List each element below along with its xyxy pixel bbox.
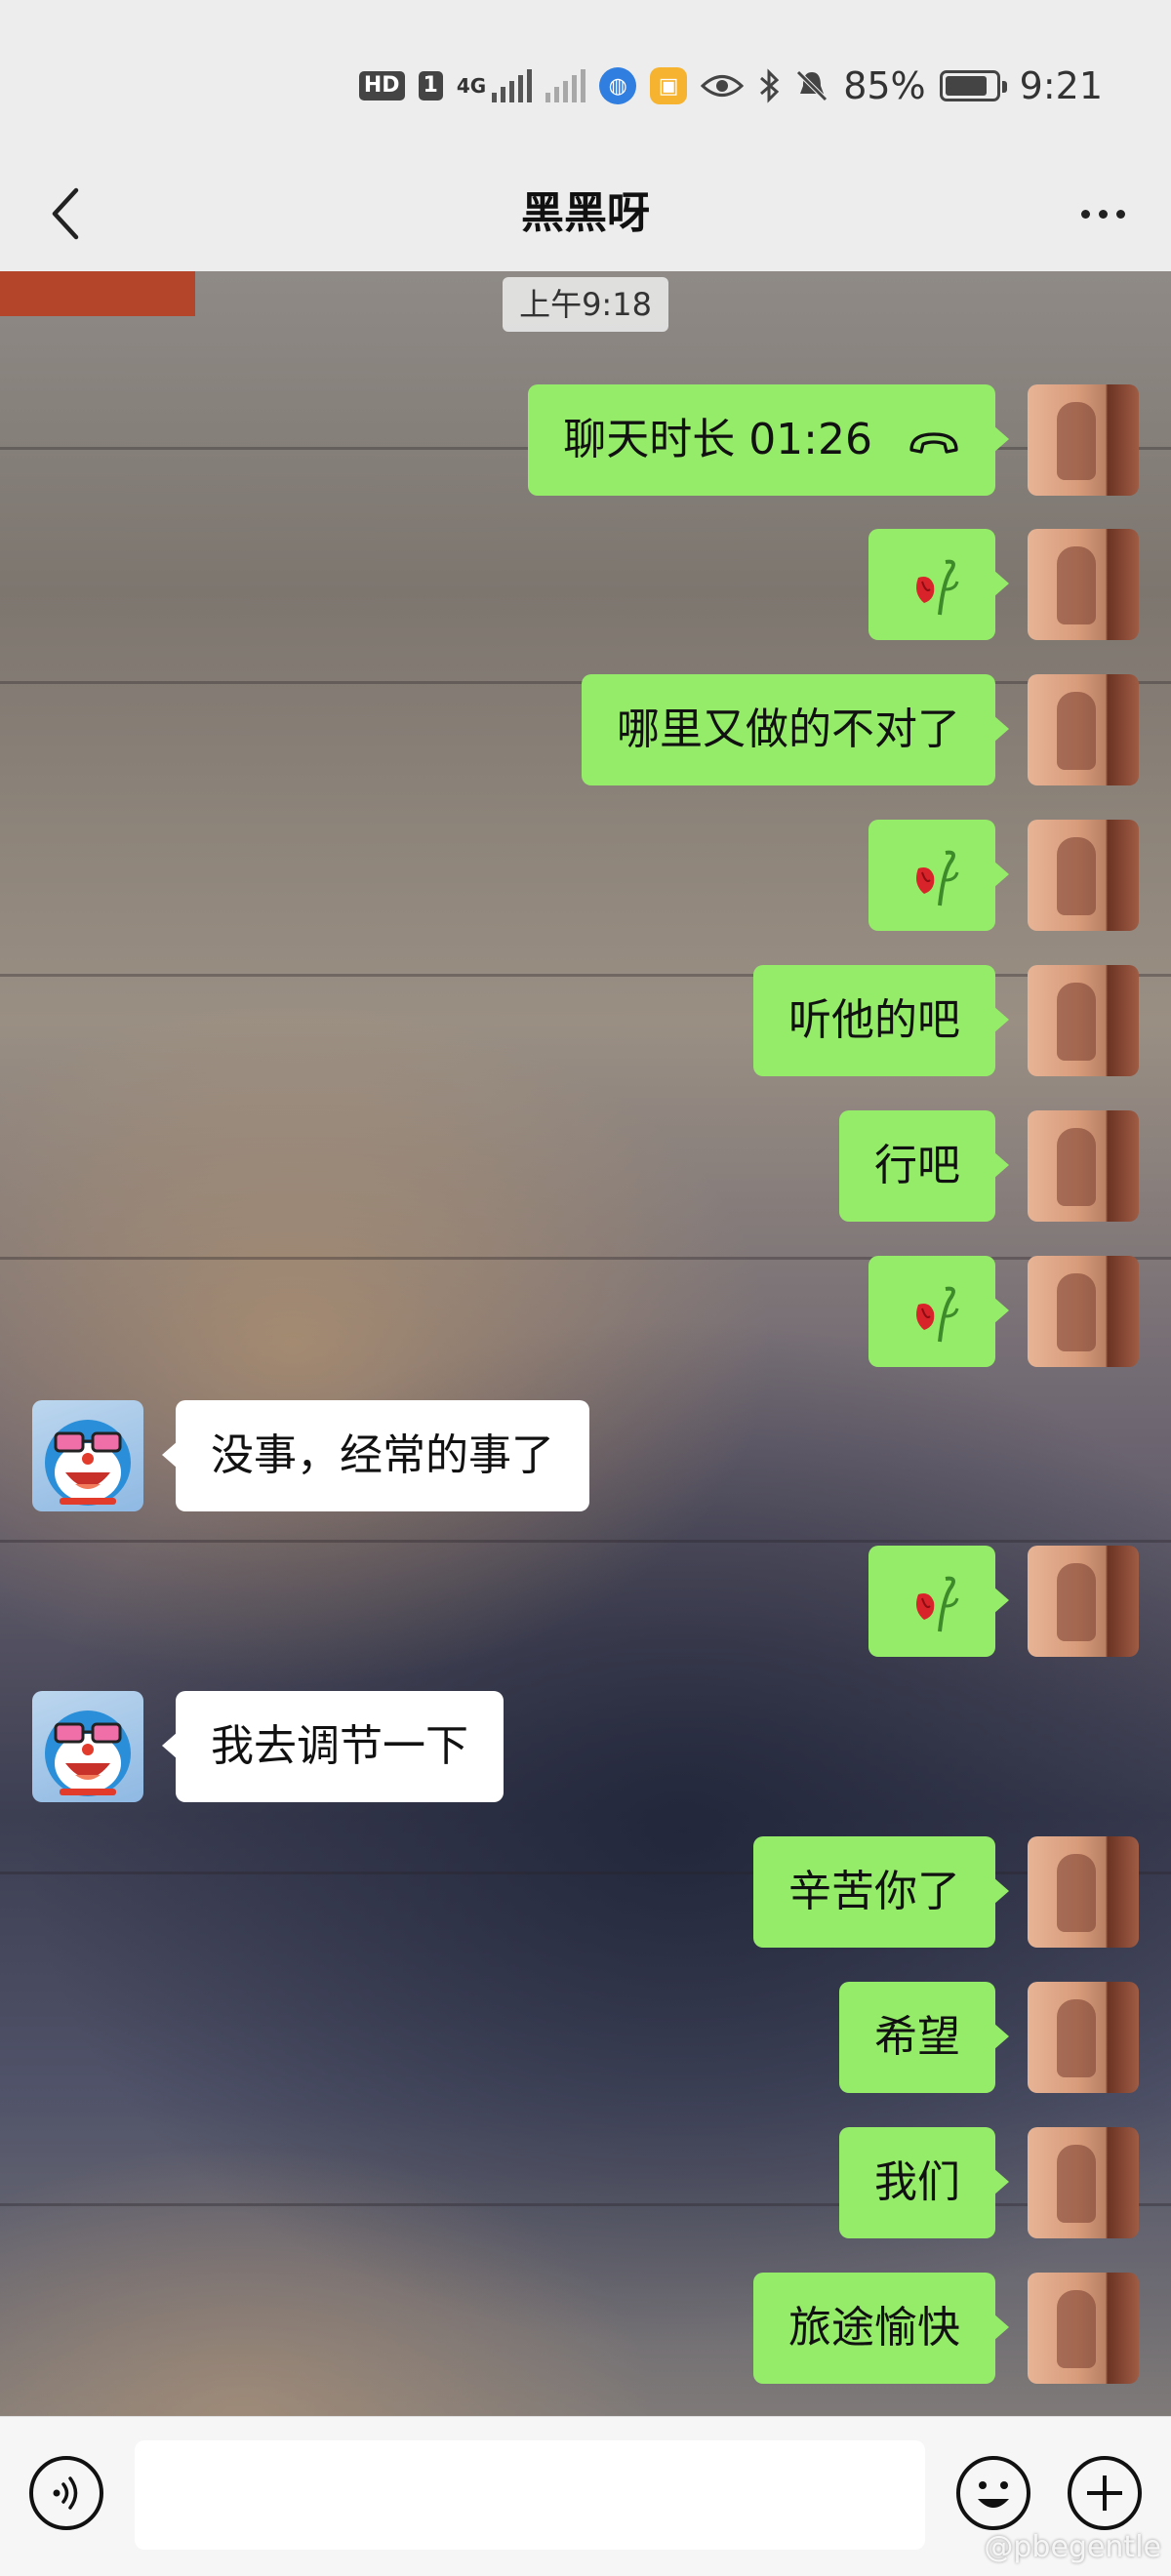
- message-bubble[interactable]: 希望: [839, 1982, 1009, 2093]
- input-bar: @pbegentle: [0, 2416, 1171, 2576]
- mute-icon: [796, 70, 828, 101]
- my-avatar[interactable]: [1028, 820, 1139, 931]
- hd-icon: HD: [358, 71, 405, 101]
- smiley-icon: [978, 2481, 1009, 2508]
- network-label: 4G: [456, 74, 487, 98]
- status-icons: HD 1 4G ◍ ▣ 85% 9:21: [358, 57, 1103, 115]
- app-notification-icon: ▣: [650, 67, 688, 104]
- emoji-bubble[interactable]: [868, 1546, 1009, 1657]
- emoji-button[interactable]: [956, 2456, 1030, 2530]
- my-avatar[interactable]: [1028, 529, 1139, 640]
- message-bubble[interactable]: 听他的吧: [753, 965, 1009, 1076]
- more-dots-icon: [1080, 209, 1125, 219]
- message-bubble[interactable]: 哪里又做的不对了: [582, 674, 1009, 785]
- background-photo-accent: [0, 271, 195, 316]
- my-avatar[interactable]: [1028, 2273, 1139, 2384]
- eye-icon: [701, 75, 745, 97]
- contact-avatar[interactable]: [32, 1691, 143, 1802]
- doraemon-avatar-icon: [45, 1420, 131, 1506]
- my-avatar[interactable]: [1028, 2127, 1139, 2238]
- back-button[interactable]: [29, 178, 101, 250]
- chat-title: 黑黑呀: [521, 188, 650, 238]
- message-bubble[interactable]: 旅途愉快: [753, 2273, 1009, 2384]
- wilted-rose-icon: [916, 1286, 959, 1343]
- more-button[interactable]: [1064, 178, 1142, 250]
- message-bubble[interactable]: 没事，经常的事了: [162, 1400, 589, 1511]
- message-text: 聊天时长 01:26: [563, 415, 872, 464]
- no-signal-icon: [545, 69, 586, 102]
- my-avatar[interactable]: [1028, 384, 1139, 496]
- message-bubble[interactable]: 行吧: [839, 1110, 1009, 1222]
- sim-badge: 1: [418, 71, 443, 101]
- battery-percent: 85%: [843, 64, 926, 107]
- voice-icon: [53, 2476, 78, 2510]
- signal-icon: [492, 69, 533, 102]
- my-avatar[interactable]: [1028, 1836, 1139, 1948]
- wilted-rose-icon: [916, 1576, 959, 1632]
- status-bar: HD 1 4G ◍ ▣ 85% 9:21: [0, 0, 1171, 156]
- my-avatar[interactable]: [1028, 1256, 1139, 1367]
- emoji-bubble[interactable]: [868, 820, 1009, 931]
- chat-area[interactable]: 上午9:18 聊天时长 01:26 哪里又做的不对了 听他的吧 行吧 没事，经常…: [0, 271, 1171, 2416]
- emoji-bubble[interactable]: [868, 1256, 1009, 1367]
- browser-icon: ◍: [599, 67, 637, 104]
- wilted-rose-icon: [916, 559, 959, 616]
- my-avatar[interactable]: [1028, 674, 1139, 785]
- clock: 9:21: [1019, 64, 1103, 107]
- message-bubble[interactable]: 辛苦你了: [753, 1836, 1009, 1948]
- my-avatar[interactable]: [1028, 1982, 1139, 2093]
- contact-avatar[interactable]: [32, 1400, 143, 1511]
- watermark: @pbegentle: [984, 2530, 1161, 2564]
- message-input[interactable]: [135, 2440, 925, 2550]
- emoji-bubble[interactable]: [868, 529, 1009, 640]
- my-avatar[interactable]: [1028, 1110, 1139, 1222]
- chevron-left-icon: [52, 187, 79, 240]
- call-duration-bubble[interactable]: 聊天时长 01:26: [528, 384, 1009, 498]
- message-bubble[interactable]: 我们: [839, 2127, 1009, 2238]
- my-avatar[interactable]: [1028, 965, 1139, 1076]
- message-bubble[interactable]: 我去调节一下: [162, 1691, 504, 1802]
- doraemon-avatar-icon: [45, 1711, 131, 1796]
- wilted-rose-icon: [916, 850, 959, 906]
- phone-hangup-icon: [908, 386, 960, 498]
- chat-header: 黑黑呀: [0, 156, 1171, 271]
- more-actions-button[interactable]: [1068, 2456, 1142, 2530]
- voice-button[interactable]: [29, 2456, 103, 2530]
- message-timestamp: 上午9:18: [503, 277, 668, 332]
- plus-icon: [1087, 2475, 1122, 2511]
- battery-icon: [939, 70, 1007, 101]
- bluetooth-icon: [760, 68, 780, 103]
- my-avatar[interactable]: [1028, 1546, 1139, 1657]
